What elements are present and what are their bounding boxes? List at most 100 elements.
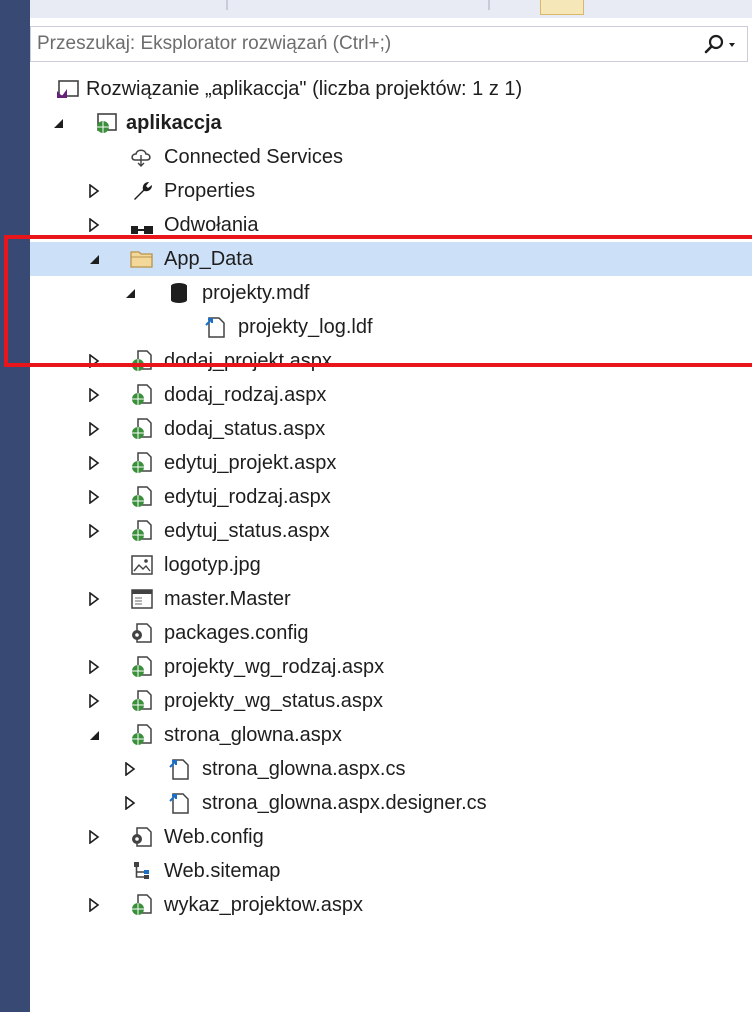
tree-item-projekty-mdf[interactable]: projekty.mdf bbox=[30, 276, 752, 310]
item-label: App_Data bbox=[164, 248, 253, 270]
search-input[interactable] bbox=[37, 27, 657, 61]
item-label: wykaz_projektow.aspx bbox=[164, 894, 363, 916]
expanded-arrow-icon[interactable] bbox=[86, 718, 102, 752]
tree-item-logotyp[interactable]: logotyp.jpg bbox=[30, 548, 752, 582]
master-page-icon bbox=[131, 589, 153, 609]
item-label: dodaj_rodzaj.aspx bbox=[164, 384, 327, 406]
aspx-page-icon bbox=[132, 418, 152, 439]
tree-item-web-config[interactable]: Web.config bbox=[30, 820, 752, 854]
tree-item-master[interactable]: master.Master bbox=[30, 582, 752, 616]
tree-item-web-sitemap[interactable]: Web.sitemap bbox=[30, 854, 752, 888]
folder-view-icon[interactable] bbox=[540, 0, 584, 15]
tree-item-wykaz-projektow[interactable]: wykaz_projektow.aspx bbox=[30, 888, 752, 922]
solution-label: Rozwiązanie „aplikaccja" (liczba projekt… bbox=[86, 78, 523, 100]
collapsed-arrow-icon[interactable] bbox=[86, 480, 102, 514]
sitemap-icon bbox=[134, 862, 149, 879]
search-options-button[interactable] bbox=[699, 33, 739, 57]
tree-item-properties[interactable]: Properties bbox=[30, 174, 752, 208]
toolbar-strip bbox=[30, 0, 752, 18]
collapsed-arrow-icon[interactable] bbox=[86, 820, 102, 854]
item-label: strona_glowna.aspx.designer.cs bbox=[202, 792, 487, 814]
item-label: edytuj_status.aspx bbox=[164, 520, 330, 542]
toolbar-separator bbox=[226, 0, 228, 10]
search-icon bbox=[704, 34, 735, 54]
aspx-page-icon bbox=[132, 656, 152, 677]
aspx-page-icon bbox=[132, 452, 152, 473]
item-label: dodaj_status.aspx bbox=[164, 418, 326, 440]
solution-icon bbox=[57, 80, 79, 98]
toolbar-separator bbox=[488, 0, 490, 10]
item-label: projekty_log.ldf bbox=[238, 316, 373, 338]
tree-item-dodaj-rodzaj[interactable]: dodaj_rodzaj.aspx bbox=[30, 378, 752, 412]
solution-explorer-panel: Rozwiązanie „aplikaccja" (liczba projekt… bbox=[30, 0, 752, 1012]
tree-item-projekty-wg-rodzaj[interactable]: projekty_wg_rodzaj.aspx bbox=[30, 650, 752, 684]
item-label: strona_glowna.aspx bbox=[164, 724, 342, 746]
item-label: edytuj_projekt.aspx bbox=[164, 452, 337, 474]
collapsed-arrow-icon[interactable] bbox=[86, 514, 102, 548]
config-icon bbox=[132, 827, 152, 847]
expanded-arrow-icon[interactable] bbox=[122, 276, 138, 310]
tree-item-projekty-wg-status[interactable]: projekty_wg_status.aspx bbox=[30, 684, 752, 718]
item-label: Odwołania bbox=[164, 214, 259, 236]
collapsed-arrow-icon[interactable] bbox=[86, 888, 102, 922]
item-label: projekty_wg_status.aspx bbox=[164, 690, 384, 712]
connected-services-icon bbox=[131, 149, 151, 167]
collapsed-arrow-icon[interactable] bbox=[86, 208, 102, 242]
tree-item-strona-glowna-designer-cs[interactable]: strona_glowna.aspx.designer.cs bbox=[30, 786, 752, 820]
item-label: dodaj_projekt.aspx bbox=[164, 350, 332, 372]
tree-item-strona-glowna-cs[interactable]: strona_glowna.aspx.cs bbox=[30, 752, 752, 786]
item-label: projekty.mdf bbox=[202, 282, 310, 304]
file-link-icon bbox=[205, 317, 225, 338]
project-label: aplikaccja bbox=[126, 112, 222, 134]
expanded-arrow-icon[interactable] bbox=[86, 242, 102, 276]
aspx-page-icon bbox=[132, 350, 152, 371]
search-box bbox=[30, 26, 748, 62]
aspx-page-icon bbox=[132, 724, 152, 745]
tree-item-strona-glowna[interactable]: strona_glowna.aspx bbox=[30, 718, 752, 752]
editor-left-strip bbox=[0, 0, 30, 1012]
collapsed-arrow-icon[interactable] bbox=[86, 446, 102, 480]
collapsed-arrow-icon[interactable] bbox=[86, 650, 102, 684]
expanded-arrow-icon[interactable] bbox=[50, 106, 66, 140]
tree-item-connected-services[interactable]: Connected Services bbox=[30, 140, 752, 174]
tree-item-project[interactable]: aplikaccja bbox=[30, 106, 752, 140]
collapsed-arrow-icon[interactable] bbox=[86, 378, 102, 412]
collapsed-arrow-icon[interactable] bbox=[86, 412, 102, 446]
tree-item-solution[interactable]: Rozwiązanie „aplikaccja" (liczba projekt… bbox=[30, 72, 752, 106]
item-label: logotyp.jpg bbox=[164, 554, 261, 576]
collapsed-arrow-icon[interactable] bbox=[122, 752, 138, 786]
tree-item-references[interactable]: Odwołania bbox=[30, 208, 752, 242]
config-icon bbox=[132, 623, 152, 643]
tree-item-edytuj-rodzaj[interactable]: edytuj_rodzaj.aspx bbox=[30, 480, 752, 514]
collapsed-arrow-icon[interactable] bbox=[122, 786, 138, 820]
item-label: Web.sitemap bbox=[164, 860, 281, 882]
collapsed-arrow-icon[interactable] bbox=[86, 684, 102, 718]
aspx-page-icon bbox=[132, 486, 152, 507]
item-label: master.Master bbox=[164, 588, 291, 610]
aspx-page-icon bbox=[132, 520, 152, 541]
item-label: Properties bbox=[164, 180, 256, 202]
csharp-file-icon bbox=[169, 793, 189, 814]
aspx-page-icon bbox=[132, 690, 152, 711]
wrench-icon bbox=[134, 182, 152, 200]
csharp-file-icon bbox=[169, 759, 189, 780]
tree-item-app-data[interactable]: App_Data bbox=[30, 242, 752, 276]
tree-item-dodaj-projekt[interactable]: dodaj_projekt.aspx bbox=[30, 344, 752, 378]
item-label: Connected Services bbox=[164, 146, 343, 168]
item-label: projekty_wg_rodzaj.aspx bbox=[164, 656, 385, 678]
web-project-icon bbox=[97, 113, 117, 133]
references-icon bbox=[131, 226, 153, 234]
collapsed-arrow-icon[interactable] bbox=[86, 344, 102, 378]
item-label: Web.config bbox=[164, 826, 264, 848]
collapsed-arrow-icon[interactable] bbox=[86, 582, 102, 616]
tree-item-projekty-log-ldf[interactable]: projekty_log.ldf bbox=[30, 310, 752, 344]
collapsed-arrow-icon[interactable] bbox=[86, 174, 102, 208]
tree-item-edytuj-projekt[interactable]: edytuj_projekt.aspx bbox=[30, 446, 752, 480]
aspx-page-icon bbox=[132, 894, 152, 915]
tree-item-packages-config[interactable]: packages.config bbox=[30, 616, 752, 650]
tree-item-edytuj-status[interactable]: edytuj_status.aspx bbox=[30, 514, 752, 548]
item-label: packages.config bbox=[164, 622, 309, 644]
tree-item-dodaj-status[interactable]: dodaj_status.aspx bbox=[30, 412, 752, 446]
aspx-page-icon bbox=[132, 384, 152, 405]
folder-icon bbox=[130, 251, 153, 268]
